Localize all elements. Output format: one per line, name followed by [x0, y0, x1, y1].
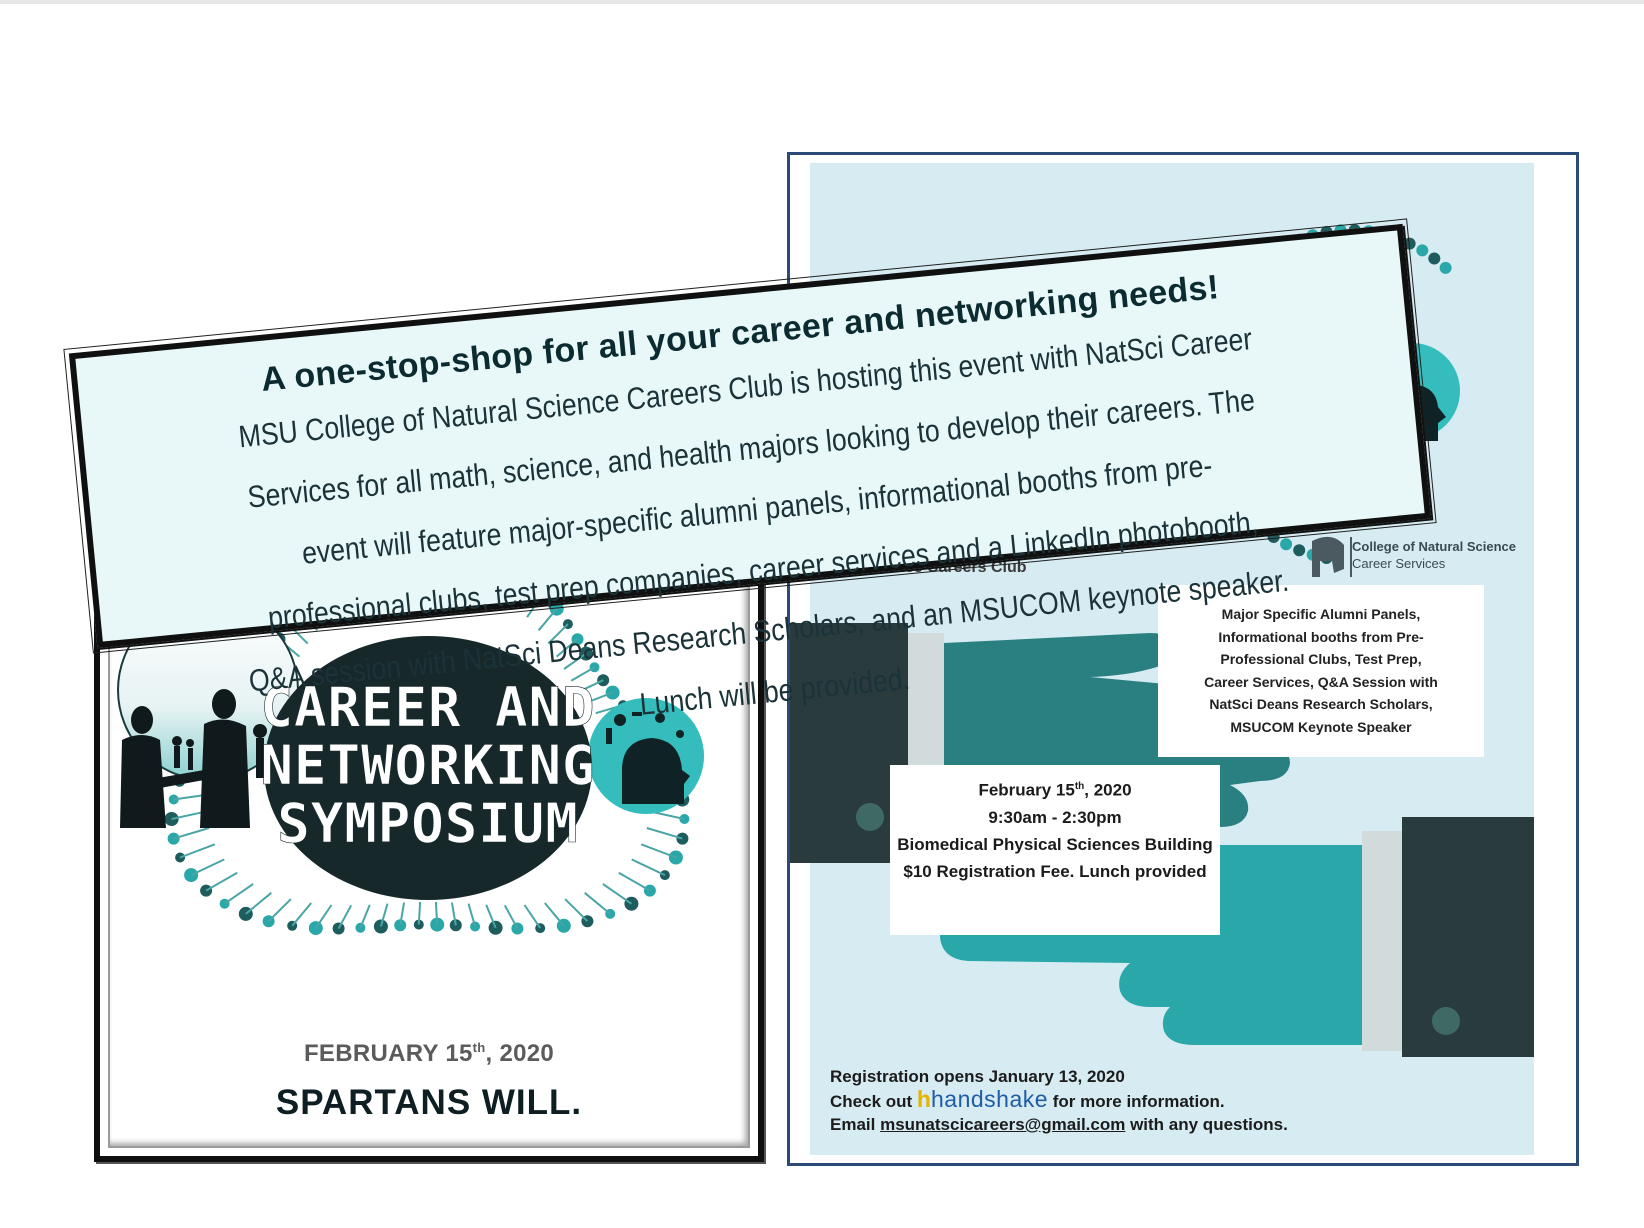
- dna-rung: [602, 883, 632, 905]
- handshake-wordmark[interactable]: handshake: [931, 1086, 1048, 1112]
- event-fee: $10 Registration Fee. Lunch provided: [903, 861, 1207, 881]
- dna-dot: [1428, 252, 1441, 265]
- dna-rung: [314, 904, 333, 929]
- dna-dot: [1416, 244, 1429, 257]
- event-date: February 15th, 2020: [978, 780, 1132, 800]
- description-banner: A one-stop-shop for all your career and …: [63, 218, 1437, 722]
- dna-rung: [291, 902, 312, 927]
- email-line: Email msunatscicareers@gmail.com with an…: [830, 1115, 1288, 1134]
- dna-dot: [511, 922, 524, 935]
- dna-rung: [584, 892, 611, 915]
- dna-rung: [224, 883, 254, 905]
- registration-date: Registration opens January 13, 2020: [830, 1067, 1125, 1086]
- feature-line: MSUCOM Keynote Speaker: [1230, 718, 1412, 735]
- dna-rung: [190, 858, 225, 877]
- dna-rung: [564, 898, 589, 922]
- college-name: College of Natural Science: [1352, 539, 1516, 554]
- dna-rung: [359, 904, 371, 929]
- dna-rung: [173, 827, 210, 840]
- top-edge: [0, 0, 1644, 4]
- dna-rung: [417, 901, 422, 925]
- dna-rung: [179, 843, 216, 859]
- dna-rung: [631, 858, 666, 877]
- slogan: SPARTANS WILL.: [275, 1083, 583, 1122]
- handshake-logo-icon: h: [916, 1086, 931, 1112]
- dna-rung: [640, 843, 677, 859]
- feature-line: NatSci Deans Research Scholars,: [1209, 696, 1433, 712]
- dna-rung: [245, 892, 272, 915]
- dna-rung: [523, 904, 542, 929]
- dna-rung: [618, 871, 651, 892]
- dna-rung: [205, 871, 238, 892]
- left-date: FEBRUARY 15th, 2020: [303, 1040, 555, 1067]
- title-line-3: SYMPOSIUM: [277, 792, 579, 855]
- event-time: 9:30am - 2:30pm: [988, 807, 1122, 827]
- college-sub: Career Services: [1352, 556, 1446, 571]
- dna-rung: [434, 901, 439, 925]
- right-sleeve: [1402, 817, 1534, 1057]
- registration-info: Registration opens January 13, 2020 Chec…: [830, 1065, 1288, 1136]
- dna-rung: [646, 827, 683, 840]
- dna-rung: [503, 904, 519, 929]
- handshake-line: Check out hhandshake for more informatio…: [830, 1086, 1225, 1112]
- dna-dot: [1439, 261, 1452, 274]
- dna-rung: [544, 902, 565, 927]
- dna-rung: [267, 898, 292, 922]
- email-link[interactable]: msunatscicareers@gmail.com: [880, 1115, 1125, 1134]
- right-cuff: [1362, 831, 1402, 1051]
- event-location: Biomedical Physical Sciences Building: [897, 834, 1213, 854]
- event-details-box: February 15th, 2020 9:30am - 2:30pm Biom…: [890, 765, 1220, 935]
- dna-rung: [337, 904, 353, 929]
